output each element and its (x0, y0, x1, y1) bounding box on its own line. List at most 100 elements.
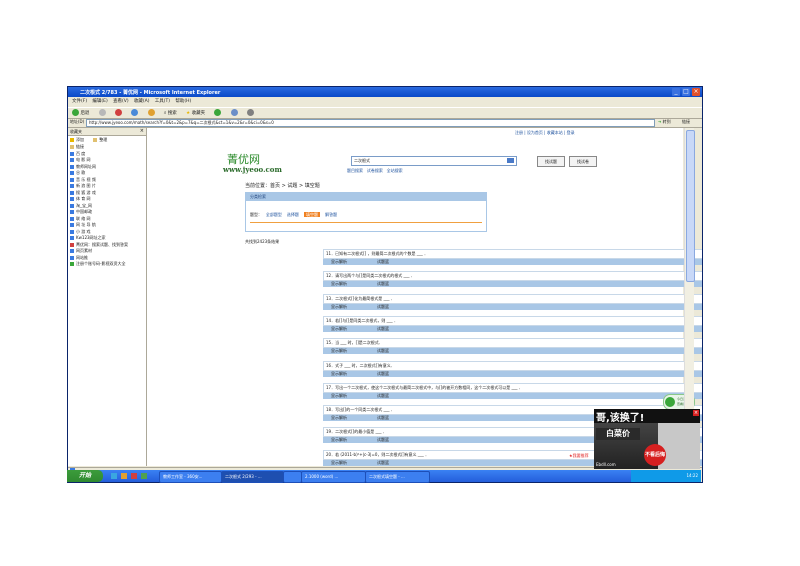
forward-button[interactable] (97, 109, 108, 116)
sidebar-favorite-item[interactable]: 注册个账号码-影视双资大全 (68, 261, 146, 268)
search-papers-button[interactable]: 找试卷 (569, 156, 597, 167)
add-basket-link[interactable]: 试题篮 (377, 259, 389, 264)
page-icon (70, 255, 74, 260)
show-answer-link[interactable]: 显示解析 (331, 371, 347, 376)
category-label: 题型： (250, 212, 262, 217)
page-icon (70, 216, 74, 221)
sidebar-close-icon[interactable]: × (140, 128, 144, 134)
sidebar-actions: 添加 整理 (68, 136, 146, 144)
scroll-thumb[interactable] (686, 130, 695, 282)
ad-close-icon[interactable]: × (693, 410, 699, 416)
tab-site[interactable]: 全站搜索 (387, 168, 403, 173)
sidebar-item-label: 网站推 (76, 254, 88, 260)
menu-favorites[interactable]: 收藏(A) (134, 99, 150, 104)
show-answer-link[interactable]: 显示解析 (331, 281, 347, 286)
folder-icon (70, 145, 74, 149)
ad-sticker: 不看后悔 (644, 444, 666, 466)
task-teacher[interactable]: 教师工作室 - 360安... (159, 471, 222, 483)
popup-ad[interactable]: 哥,该换了! 白菜价 不看后悔 Ebdll.com × (594, 409, 700, 469)
add-basket-link[interactable]: 试题篮 (377, 348, 389, 353)
add-basket-link[interactable]: 试题篮 (377, 437, 389, 442)
add-basket-link[interactable]: 试题篮 (377, 281, 389, 286)
home-button[interactable] (146, 109, 157, 116)
star-icon: ★ (186, 111, 191, 116)
back-button[interactable]: 后退 (70, 109, 91, 116)
quicklaunch-ie-icon[interactable] (111, 473, 117, 479)
search-button[interactable]: ⌕ 搜索 (162, 110, 179, 117)
recommend-tag[interactable]: ★我要推荐 (569, 453, 589, 459)
menu-view[interactable]: 查看(V) (113, 99, 129, 104)
add-basket-link[interactable]: 试题篮 (377, 304, 389, 309)
refresh-button[interactable] (129, 109, 140, 116)
quicklaunch-media-icon[interactable] (131, 473, 137, 479)
media-button[interactable] (212, 109, 223, 116)
address-bar: 地址(D) http://www.jyeoo.com/math/search?f… (68, 118, 702, 128)
cat-fill-blank[interactable]: 填空题 (304, 212, 321, 217)
print-button[interactable] (245, 109, 256, 116)
show-answer-link[interactable]: 显示解析 (331, 437, 347, 442)
task-word-2[interactable]: 二次根式填空题 - ... (365, 471, 430, 483)
add-basket-link[interactable]: 试题篮 (377, 393, 389, 398)
keyboard-icon[interactable] (507, 158, 514, 163)
menu-file[interactable]: 文件(F) (72, 99, 87, 104)
leaf-icon (665, 397, 675, 407)
sidebar-item-label: 小 游 戏 (76, 228, 91, 234)
maximize-icon[interactable]: □ (682, 88, 690, 96)
menu-tools[interactable]: 工具(T) (155, 99, 170, 104)
sidebar-item-label: 链接 (76, 144, 84, 149)
add-star-icon (70, 138, 74, 142)
show-answer-link[interactable]: 显示解析 (331, 348, 347, 353)
cat-answer[interactable]: 解答题 (325, 212, 337, 217)
sidebar-item-label: 网页素材 (76, 248, 92, 253)
show-answer-link[interactable]: 显示解析 (331, 393, 347, 398)
question-item: 12．请写出两个与[]是同类二次根式的根式 ___ ．显示解析 试题篮 (323, 271, 702, 288)
show-answer-link[interactable]: 显示解析 (331, 460, 347, 465)
menu-edit[interactable]: 编辑(E) (92, 99, 107, 104)
tab-questions[interactable]: 题目搜索 (347, 168, 363, 173)
show-answer-link[interactable]: 显示解析 (331, 326, 347, 331)
show-answer-link[interactable]: 显示解析 (331, 304, 347, 309)
site-url: www.jyeoo.com (223, 165, 282, 174)
add-basket-link[interactable]: 试题篮 (377, 460, 389, 465)
question-item: 11．已知有二次根式[] ，则最简二次根式的个数是 ___ ．显示解析 试题篮 (323, 249, 702, 265)
address-label: 地址(D) (70, 119, 85, 124)
search-tabs: 题目搜索 试卷搜索 全站搜索 (347, 168, 403, 174)
sidebar-item-label: 百 度 (76, 150, 86, 156)
cat-choice[interactable]: 选择题 (287, 212, 299, 217)
task-browser[interactable]: 二次根式 2/293 - ... (221, 471, 284, 483)
address-input[interactable]: http://www.jyeoo.com/math/search?f=0&t=2… (86, 119, 655, 127)
add-favorite-button[interactable]: 添加 (70, 137, 84, 142)
cat-all[interactable]: 全部题型 (266, 212, 282, 217)
add-basket-link[interactable]: 试题篮 (377, 415, 389, 420)
top-links[interactable]: 注册 | 设为首页 | 收藏本站 | 登录 (515, 130, 575, 136)
quicklaunch-desktop-icon[interactable] (121, 473, 127, 479)
sidebar-item-label: 电 影 网 (76, 157, 91, 162)
sidebar-item-label: 搜 狐 游 戏 (76, 189, 96, 195)
page-icon (70, 229, 74, 234)
links-label[interactable]: 链接 (682, 119, 690, 125)
add-basket-link[interactable]: 试题篮 (377, 371, 389, 376)
task-folder[interactable] (283, 471, 302, 483)
minimize-icon[interactable]: _ (672, 88, 680, 96)
sidebar-title: 收藏夹 (70, 129, 82, 134)
add-basket-link[interactable]: 试题篮 (377, 326, 389, 331)
quicklaunch-app-icon[interactable] (141, 473, 147, 479)
show-answer-link[interactable]: 显示解析 (331, 415, 347, 420)
favorites-button[interactable]: ★ 收藏夹 (184, 110, 207, 117)
mail-button[interactable] (229, 109, 240, 116)
stop-button[interactable] (113, 109, 124, 116)
organize-favorites-button[interactable]: 整理 (93, 137, 107, 142)
task-word[interactable]: 2.1000 (word) ... (301, 471, 366, 483)
menu-help[interactable]: 帮助(H) (175, 99, 191, 104)
ad-brand: Ebdll.com (596, 462, 616, 467)
search-questions-button[interactable]: 找试题 (537, 156, 565, 167)
go-button[interactable]: ➜ 转到 (658, 119, 671, 125)
stop-icon (115, 109, 122, 116)
search-input[interactable]: 二次根式 (351, 156, 517, 166)
show-answer-link[interactable]: 显示解析 (331, 259, 347, 264)
sidebar-item-label: 淘_宝_网 (76, 202, 92, 208)
close-icon[interactable]: × (692, 88, 700, 96)
start-button[interactable]: 开始 (67, 470, 103, 482)
tab-papers[interactable]: 试卷搜索 (367, 168, 383, 173)
sidebar-header: 收藏夹 × (68, 128, 146, 136)
